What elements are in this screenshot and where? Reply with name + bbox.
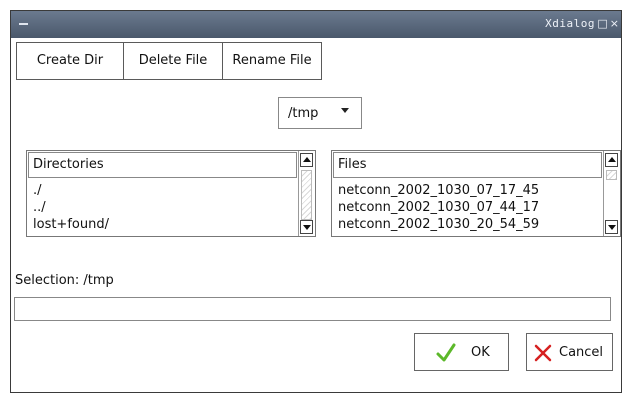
scroll-up-button[interactable] (605, 153, 618, 167)
dialog-window: Xdialog □ × Create Dir Delete File Rename… (10, 10, 622, 393)
directories-list[interactable]: Directories ./ ../ lost+found/ (26, 150, 316, 237)
files-header: Files (333, 152, 602, 178)
selection-input[interactable] (14, 297, 611, 321)
selection-label: Selection: /tmp (15, 273, 114, 288)
directories-scrollbar[interactable] (298, 151, 315, 236)
scrollbar-thumb[interactable] (606, 170, 617, 180)
directories-header: Directories (28, 152, 297, 178)
title-bar[interactable]: Xdialog □ × (11, 11, 621, 38)
path-dropdown[interactable]: /tmp (278, 97, 362, 129)
checkmark-icon (436, 343, 456, 362)
window-menu-icon[interactable] (19, 19, 29, 29)
arrow-up-icon (608, 157, 616, 162)
delete-file-button[interactable]: Delete File (123, 42, 223, 80)
x-icon (534, 344, 552, 362)
list-item[interactable]: netconn_2002_1030_07_17_45 (338, 183, 539, 198)
files-list[interactable]: Files netconn_2002_1030_07_17_45 netconn… (331, 150, 621, 237)
path-dropdown-value: /tmp (288, 106, 319, 121)
close-icon[interactable]: × (610, 17, 619, 30)
scroll-down-button[interactable] (300, 220, 313, 234)
arrow-down-icon (303, 225, 311, 230)
maximize-icon[interactable]: □ (597, 17, 607, 30)
scroll-up-button[interactable] (300, 153, 313, 167)
cancel-button[interactable]: Cancel (526, 333, 613, 371)
rename-file-button[interactable]: Rename File (222, 42, 322, 80)
scrollbar-thumb[interactable] (301, 170, 312, 220)
cancel-label: Cancel (559, 345, 604, 360)
window-controls: □ × (597, 17, 619, 30)
ok-button[interactable]: OK (414, 333, 509, 371)
list-item[interactable]: lost+found/ (33, 217, 109, 232)
files-scrollbar[interactable] (603, 151, 620, 236)
arrow-up-icon (303, 157, 311, 162)
arrow-down-icon (608, 225, 616, 230)
scroll-down-button[interactable] (605, 220, 618, 234)
list-item[interactable]: ./ (33, 183, 42, 198)
window-title: Xdialog (545, 17, 595, 30)
list-item[interactable]: ../ (33, 200, 46, 215)
list-item[interactable]: netconn_2002_1030_07_44_17 (338, 200, 539, 215)
chevron-down-icon (341, 108, 349, 113)
list-item[interactable]: netconn_2002_1030_20_54_59 (338, 217, 539, 232)
ok-label: OK (471, 345, 490, 360)
create-dir-button[interactable]: Create Dir (16, 42, 124, 80)
